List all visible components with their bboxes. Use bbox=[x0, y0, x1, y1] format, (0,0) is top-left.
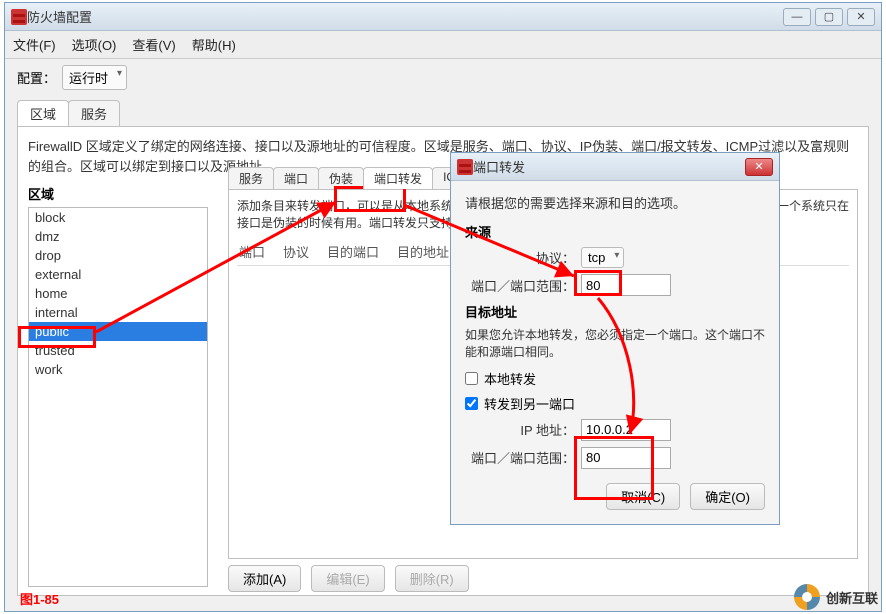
tab-zones[interactable]: 区域 bbox=[17, 100, 69, 126]
menubar: 文件(F) 选项(O) 查看(V) 帮助(H) bbox=[5, 31, 881, 59]
forward-other-checkbox[interactable] bbox=[465, 397, 478, 410]
dialog-prompt: 请根据您的需要选择来源和目的选项。 bbox=[465, 193, 765, 212]
brand-logo-icon bbox=[794, 584, 820, 610]
firewall-icon bbox=[11, 9, 27, 25]
zone-internal[interactable]: internal bbox=[29, 303, 207, 322]
ip-label: IP 地址： bbox=[465, 420, 575, 439]
figure-label: 图1-85 bbox=[20, 589, 59, 608]
main-tabs: 区域 服务 bbox=[17, 100, 869, 126]
dialog-body: 请根据您的需要选择来源和目的选项。 来源 协议： tcp 端口／端口范围： 目标… bbox=[451, 181, 779, 524]
local-forward-checkbox[interactable] bbox=[465, 372, 478, 385]
col-proto: 协议 bbox=[283, 242, 309, 261]
subtab-port-forward[interactable]: 端口转发 bbox=[363, 167, 433, 189]
firewall-icon bbox=[457, 159, 473, 175]
menu-file[interactable]: 文件(F) bbox=[13, 35, 56, 54]
dest-port-input[interactable] bbox=[581, 447, 671, 469]
config-select[interactable]: 运行时 bbox=[62, 65, 127, 90]
dest-port-label: 端口／端口范围： bbox=[465, 448, 575, 467]
protocol-select[interactable]: tcp bbox=[581, 247, 624, 268]
subtab-ports[interactable]: 端口 bbox=[273, 167, 319, 189]
brand-watermark: 创新互联 bbox=[794, 584, 878, 610]
subtab-masquerade[interactable]: 伪装 bbox=[318, 167, 364, 189]
source-heading: 来源 bbox=[465, 222, 765, 241]
menu-help[interactable]: 帮助(H) bbox=[192, 35, 236, 54]
zone-trusted[interactable]: trusted bbox=[29, 341, 207, 360]
source-port-label: 端口／端口范围： bbox=[465, 276, 575, 295]
dialog-title: 端口转发 bbox=[473, 157, 745, 176]
local-forward-label: 本地转发 bbox=[484, 369, 536, 388]
config-row: 配置： 运行时 bbox=[5, 59, 881, 96]
menu-options[interactable]: 选项(O) bbox=[72, 35, 117, 54]
zone-drop[interactable]: drop bbox=[29, 246, 207, 265]
dialog-titlebar: 端口转发 ✕ bbox=[451, 153, 779, 181]
zones-list[interactable]: block dmz drop external home internal pu… bbox=[28, 207, 208, 587]
zone-home[interactable]: home bbox=[29, 284, 207, 303]
main-titlebar: 防火墙配置 — ▢ ✕ bbox=[5, 3, 881, 31]
brand-text: 创新互联 bbox=[826, 588, 878, 607]
dest-note: 如果您允许本地转发，您必须指定一个端口。这个端口不能和源端口相同。 bbox=[465, 327, 765, 361]
subtab-services[interactable]: 服务 bbox=[228, 167, 274, 189]
close-button[interactable]: ✕ bbox=[847, 8, 875, 26]
config-label: 配置： bbox=[17, 68, 56, 87]
zone-block[interactable]: block bbox=[29, 208, 207, 227]
window-title: 防火墙配置 bbox=[27, 7, 783, 26]
menu-view[interactable]: 查看(V) bbox=[132, 35, 175, 54]
edit-button: 编辑(E) bbox=[311, 565, 384, 592]
forward-buttons: 添加(A) 编辑(E) 删除(R) bbox=[228, 565, 858, 592]
maximize-button[interactable]: ▢ bbox=[815, 8, 843, 26]
dest-heading: 目标地址 bbox=[465, 302, 765, 321]
port-forward-dialog: 端口转发 ✕ 请根据您的需要选择来源和目的选项。 来源 协议： tcp 端口／端… bbox=[450, 152, 780, 525]
col-port: 端口 bbox=[239, 242, 265, 261]
source-port-input[interactable] bbox=[581, 274, 671, 296]
cancel-button[interactable]: 取消(C) bbox=[606, 483, 680, 510]
tab-services[interactable]: 服务 bbox=[68, 100, 120, 126]
window-buttons: — ▢ ✕ bbox=[783, 8, 875, 26]
protocol-label: 协议： bbox=[465, 248, 575, 267]
dialog-close-button[interactable]: ✕ bbox=[745, 158, 773, 176]
delete-button: 删除(R) bbox=[395, 565, 469, 592]
ip-input[interactable] bbox=[581, 419, 671, 441]
zone-work[interactable]: work bbox=[29, 360, 207, 379]
zone-dmz[interactable]: dmz bbox=[29, 227, 207, 246]
ok-button[interactable]: 确定(O) bbox=[690, 483, 765, 510]
zone-public[interactable]: public bbox=[29, 322, 207, 341]
zone-external[interactable]: external bbox=[29, 265, 207, 284]
col-daddr: 目的地址 bbox=[397, 242, 449, 261]
col-dport: 目的端口 bbox=[327, 242, 379, 261]
add-button[interactable]: 添加(A) bbox=[228, 565, 301, 592]
minimize-button[interactable]: — bbox=[783, 8, 811, 26]
forward-other-label: 转发到另一端口 bbox=[484, 394, 575, 413]
